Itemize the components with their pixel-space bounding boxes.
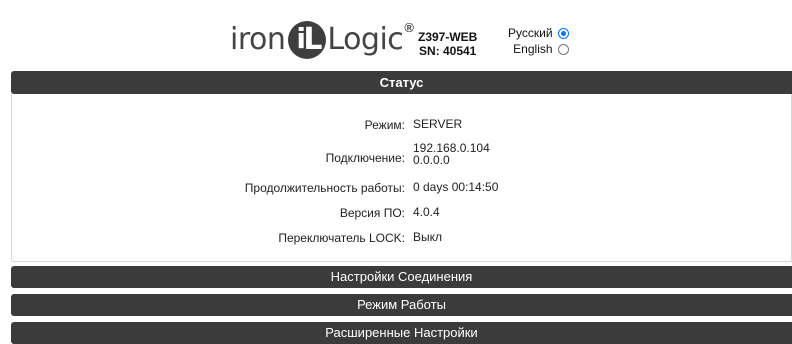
section-advanced-settings[interactable]: Расширенные Настройки — [11, 322, 792, 344]
status-label-uptime: Продолжительность работы: — [244, 181, 405, 195]
logo-letter-l: L — [303, 22, 323, 57]
ironlogic-logo: iron i L Logic ® — [230, 18, 414, 62]
status-value-connection-ip2: 0.0.0.0 — [413, 153, 450, 167]
status-section-header[interactable]: Статус — [11, 71, 792, 94]
device-serial: SN: 40541 — [418, 44, 477, 58]
status-value-firmware: 4.0.4 — [413, 205, 440, 219]
status-value-mode: SERVER — [413, 117, 463, 131]
status-panel: Режим: SERVER Подключение: 192.168.0.104… — [11, 94, 792, 262]
logo-circle: i L — [288, 21, 327, 59]
status-label-lock-switch: Переключатель LOCK: — [278, 231, 405, 245]
logo-registered-mark: ® — [404, 20, 414, 35]
language-radio-english[interactable] — [557, 43, 569, 55]
logo-text-iron: iron — [230, 22, 286, 57]
language-option-russian[interactable]: Русский — [508, 25, 569, 41]
section-operating-mode[interactable]: Режим Работы — [11, 294, 792, 316]
section-connection-settings[interactable]: Настройки Соединения — [11, 266, 792, 288]
language-label-english: English — [513, 42, 553, 56]
status-label-firmware: Версия ПО: — [339, 206, 405, 220]
language-label-russian: Русский — [508, 26, 553, 40]
device-model: Z397-WEB — [418, 30, 478, 44]
language-option-english[interactable]: English — [508, 41, 569, 57]
status-label-mode: Режим: — [364, 118, 405, 132]
device-info: Z397-WEB SN: 40541 — [418, 30, 477, 58]
status-value-lock-switch: Выкл — [413, 230, 443, 244]
status-label-connection: Подключение: — [325, 151, 405, 165]
language-radio-russian[interactable] — [557, 27, 569, 39]
status-value-uptime: 0 days 00:14:50 — [413, 180, 499, 194]
language-selector: Русский English — [508, 25, 569, 57]
logo-text-logic: Logic — [327, 22, 404, 57]
